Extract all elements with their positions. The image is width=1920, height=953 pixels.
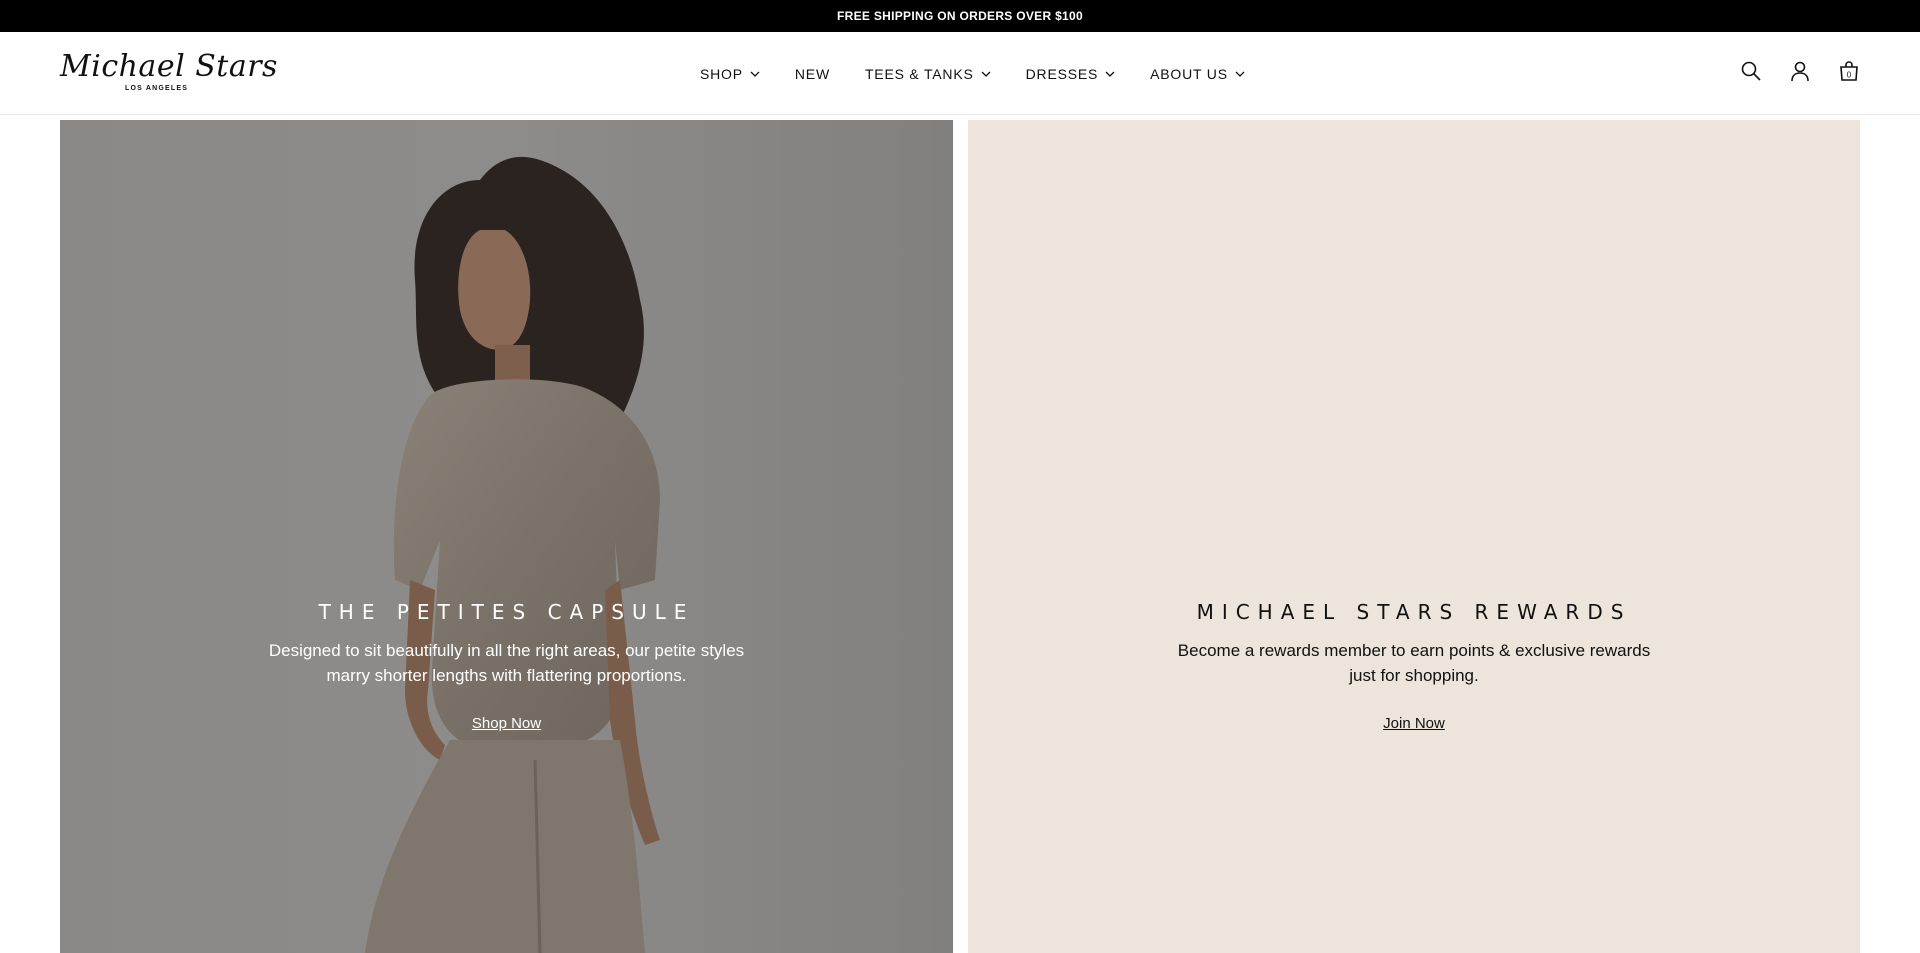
promo-right-body: Become a rewards member to earn points &…: [1177, 641, 1651, 685]
nav-item-about-us[interactable]: ABOUT US: [1150, 66, 1245, 82]
chevron-down-icon: [1235, 71, 1245, 77]
header-actions: 0: [1740, 60, 1860, 82]
promo-right-content: MICHAEL STARS REWARDS Become a rewards m…: [968, 600, 1860, 733]
model-photo: [60, 120, 953, 953]
nav-item-tees-tanks[interactable]: TEES & TANKS: [865, 66, 991, 82]
nav-item-new[interactable]: NEW: [795, 66, 830, 82]
cart-icon[interactable]: 0: [1838, 60, 1860, 82]
cart-count: 0: [1847, 71, 1852, 80]
search-icon[interactable]: [1740, 60, 1762, 82]
shop-now-link[interactable]: Shop Now: [472, 715, 541, 732]
main-nav: SHOP NEW TEES & TANKS DRESSES ABOUT US: [700, 32, 1280, 115]
nav-item-dresses[interactable]: DRESSES: [1026, 66, 1116, 82]
announcement-text: FREE SHIPPING ON ORDERS OVER $100: [837, 9, 1083, 23]
nav-label: ABOUT US: [1150, 65, 1228, 82]
logo-tagline: LOS ANGELES: [125, 85, 189, 92]
promo-left-title: THE PETITES CAPSULE: [318, 600, 695, 624]
promo-left-body: Designed to sit beautifully in all the r…: [268, 641, 745, 685]
chevron-down-icon: [981, 71, 991, 77]
join-now-link[interactable]: Join Now: [1383, 715, 1445, 732]
account-icon[interactable]: [1789, 60, 1811, 82]
promo-right-title: MICHAEL STARS REWARDS: [1196, 600, 1632, 624]
nav-label: TEES & TANKS: [864, 65, 974, 82]
chevron-down-icon: [750, 71, 760, 77]
nav-item-shop[interactable]: SHOP: [700, 66, 760, 82]
promo-left-content: THE PETITES CAPSULE Designed to sit beau…: [60, 600, 953, 733]
nav-label: SHOP: [700, 65, 743, 82]
nav-label: NEW: [794, 65, 830, 82]
logo-wordmark: Michael Stars: [60, 49, 278, 84]
announcement-bar: FREE SHIPPING ON ORDERS OVER $100: [0, 0, 1920, 32]
promo-rewards: MICHAEL STARS REWARDS Become a rewards m…: [968, 120, 1860, 953]
chevron-down-icon: [1105, 71, 1115, 77]
promo-petites-capsule: THE PETITES CAPSULE Designed to sit beau…: [60, 120, 953, 953]
nav-label: DRESSES: [1025, 65, 1099, 82]
brand-logo[interactable]: Michael Stars LOS ANGELES: [60, 50, 277, 100]
site-header: Michael Stars LOS ANGELES SHOP NEW TEES …: [0, 32, 1920, 115]
